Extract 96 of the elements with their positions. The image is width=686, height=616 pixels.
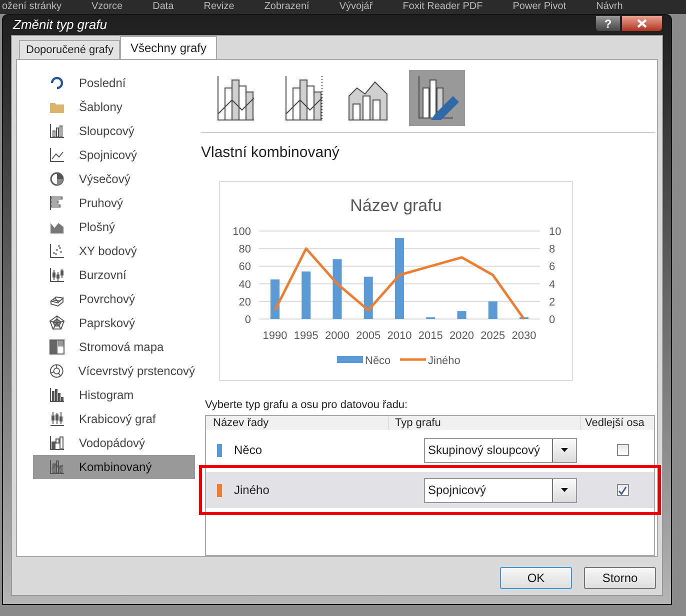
series-name: Jiného [234, 482, 270, 499]
column-header: Typ grafu [388, 416, 580, 430]
subtype-title: Vlastní kombinovaný [201, 143, 340, 163]
chart-type-item[interactable]: Vícevrstvý prstencový [33, 359, 195, 383]
ribbon-tab[interactable]: Data [152, 0, 174, 14]
bar [457, 310, 466, 318]
legend-swatch [337, 356, 363, 362]
chart-type-item[interactable]: Paprskový [33, 311, 195, 335]
waterfall-icon [49, 435, 65, 451]
series-row[interactable]: Něco Skupinový sloupcový [206, 432, 654, 468]
pie-chart-icon [49, 171, 65, 187]
check-icon [618, 486, 627, 494]
chart-type-item[interactable]: Sloupcový [33, 119, 195, 143]
sunburst-icon [49, 363, 64, 379]
help-button[interactable]: ? [595, 15, 621, 32]
chart-type-item[interactable]: Krabicový graf [33, 407, 195, 431]
axis-tick-label: 0 [549, 314, 556, 326]
axis-tick-label: 2010 [387, 330, 412, 342]
axis-tick-label: 2005 [356, 330, 381, 342]
close-button[interactable] [621, 15, 663, 32]
axis-tick-label: 6 [549, 260, 556, 273]
axis-tick-label: 80 [238, 243, 251, 256]
chart-type-item[interactable]: Pruhový [33, 191, 195, 215]
chart-subtype-option[interactable] [409, 70, 465, 126]
axis-tick-label: 60 [238, 260, 251, 273]
caret-icon [561, 448, 568, 452]
dialog-button[interactable]: OK [500, 567, 572, 589]
caret-icon [561, 488, 568, 492]
treemap-icon [49, 339, 65, 355]
column-chart-icon [49, 123, 65, 139]
chart-type-item[interactable]: Poslední [33, 71, 195, 95]
close-icon [637, 19, 647, 28]
bar-chart-icon [49, 195, 65, 211]
chart-type-item[interactable]: Spojnicový [33, 143, 195, 167]
legend-label: Něco [365, 354, 391, 366]
axis-tick-label: 8 [549, 243, 556, 256]
ribbon-tab[interactable]: Foxit Reader PDF [402, 0, 483, 14]
axis-tick-label: 2 [549, 296, 556, 308]
axis-tick-label: 2020 [450, 330, 474, 342]
ribbon-tab[interactable]: Revize [204, 0, 234, 14]
chart-type-item[interactable]: XY bodový [33, 239, 195, 263]
tab[interactable]: Doporučené grafy [19, 40, 120, 59]
chart-type-dropdown[interactable]: Skupinový sloupcový [424, 438, 577, 462]
radar-chart-icon [49, 315, 65, 331]
scatter-chart-icon [49, 243, 65, 259]
chart-type-item[interactable]: Kombinovaný [33, 455, 195, 479]
secondary-axis-checkbox[interactable] [616, 484, 628, 496]
axis-tick-label: 40 [238, 278, 251, 290]
series-row[interactable]: Jiného Spojnicový [206, 472, 654, 508]
chart-type-item[interactable]: Stromová mapa [33, 335, 195, 359]
line-chart-icon [49, 147, 65, 163]
axis-tick-label: 1990 [262, 330, 288, 342]
axis-tick-label: 4 [549, 278, 556, 290]
axis-tick-label: 2000 [325, 330, 350, 342]
bar [364, 276, 373, 318]
secondary-axis-checkbox[interactable] [616, 444, 628, 456]
axis-tick-label: 1995 [294, 330, 318, 342]
chart-type-dropdown[interactable]: Spojnicový [424, 478, 577, 502]
bar [270, 278, 280, 318]
axis-tick-label: 10 [549, 226, 562, 238]
series-instruction: Vyberte typ grafu a osu pro datovou řadu: [205, 398, 409, 412]
window-title: Změnit typ grafu [12, 16, 107, 34]
legend-label: Jiného [428, 354, 460, 366]
column-header: Vedlejší osa [580, 416, 654, 430]
chart-title: Název grafu [350, 196, 442, 214]
series-name: Něco [234, 442, 264, 459]
axis-tick-label: 2030 [512, 330, 536, 342]
bar [488, 300, 498, 318]
axis-tick-label: 2015 [418, 330, 443, 342]
histogram-icon [49, 387, 65, 403]
dialog-button[interactable]: Storno [584, 567, 656, 589]
axis-tick-label: 0 [244, 314, 251, 326]
ribbon-tab[interactable]: Vývojář [339, 0, 373, 14]
axis-tick-label: 20 [238, 296, 251, 308]
tab[interactable]: Všechny grafy [120, 36, 216, 59]
ribbon-tab[interactable]: Návrh [596, 0, 623, 14]
chart-type-item[interactable]: Šablony [33, 95, 195, 119]
column-header: Název řady [212, 416, 270, 430]
chart-type-item[interactable]: Povrchový [33, 287, 195, 311]
stock-chart-icon [49, 267, 65, 283]
chart-type-item[interactable]: Histogram [33, 383, 195, 407]
axis-tick-label: 2025 [480, 330, 506, 342]
box-plot-icon [49, 411, 65, 427]
chart-type-item[interactable]: Plošný [33, 215, 195, 239]
chart-type-item[interactable]: Vodopádový [33, 431, 195, 455]
bar [332, 258, 342, 318]
chart-type-item[interactable]: Burzovní [33, 263, 195, 287]
ribbon-tab[interactable]: Power Pivot [512, 0, 566, 14]
legend-swatch [400, 358, 426, 360]
ribbon-tab[interactable]: ožení stránky [2, 0, 62, 14]
bar [302, 270, 311, 318]
combo-chart-icon [49, 459, 65, 475]
ribbon-tab[interactable]: Vzorce [91, 0, 123, 14]
chart-type-item[interactable]: Výsečový [33, 167, 195, 191]
ribbon-tab[interactable]: Zobrazení [264, 0, 310, 14]
axis-tick-label: 100 [232, 226, 251, 238]
